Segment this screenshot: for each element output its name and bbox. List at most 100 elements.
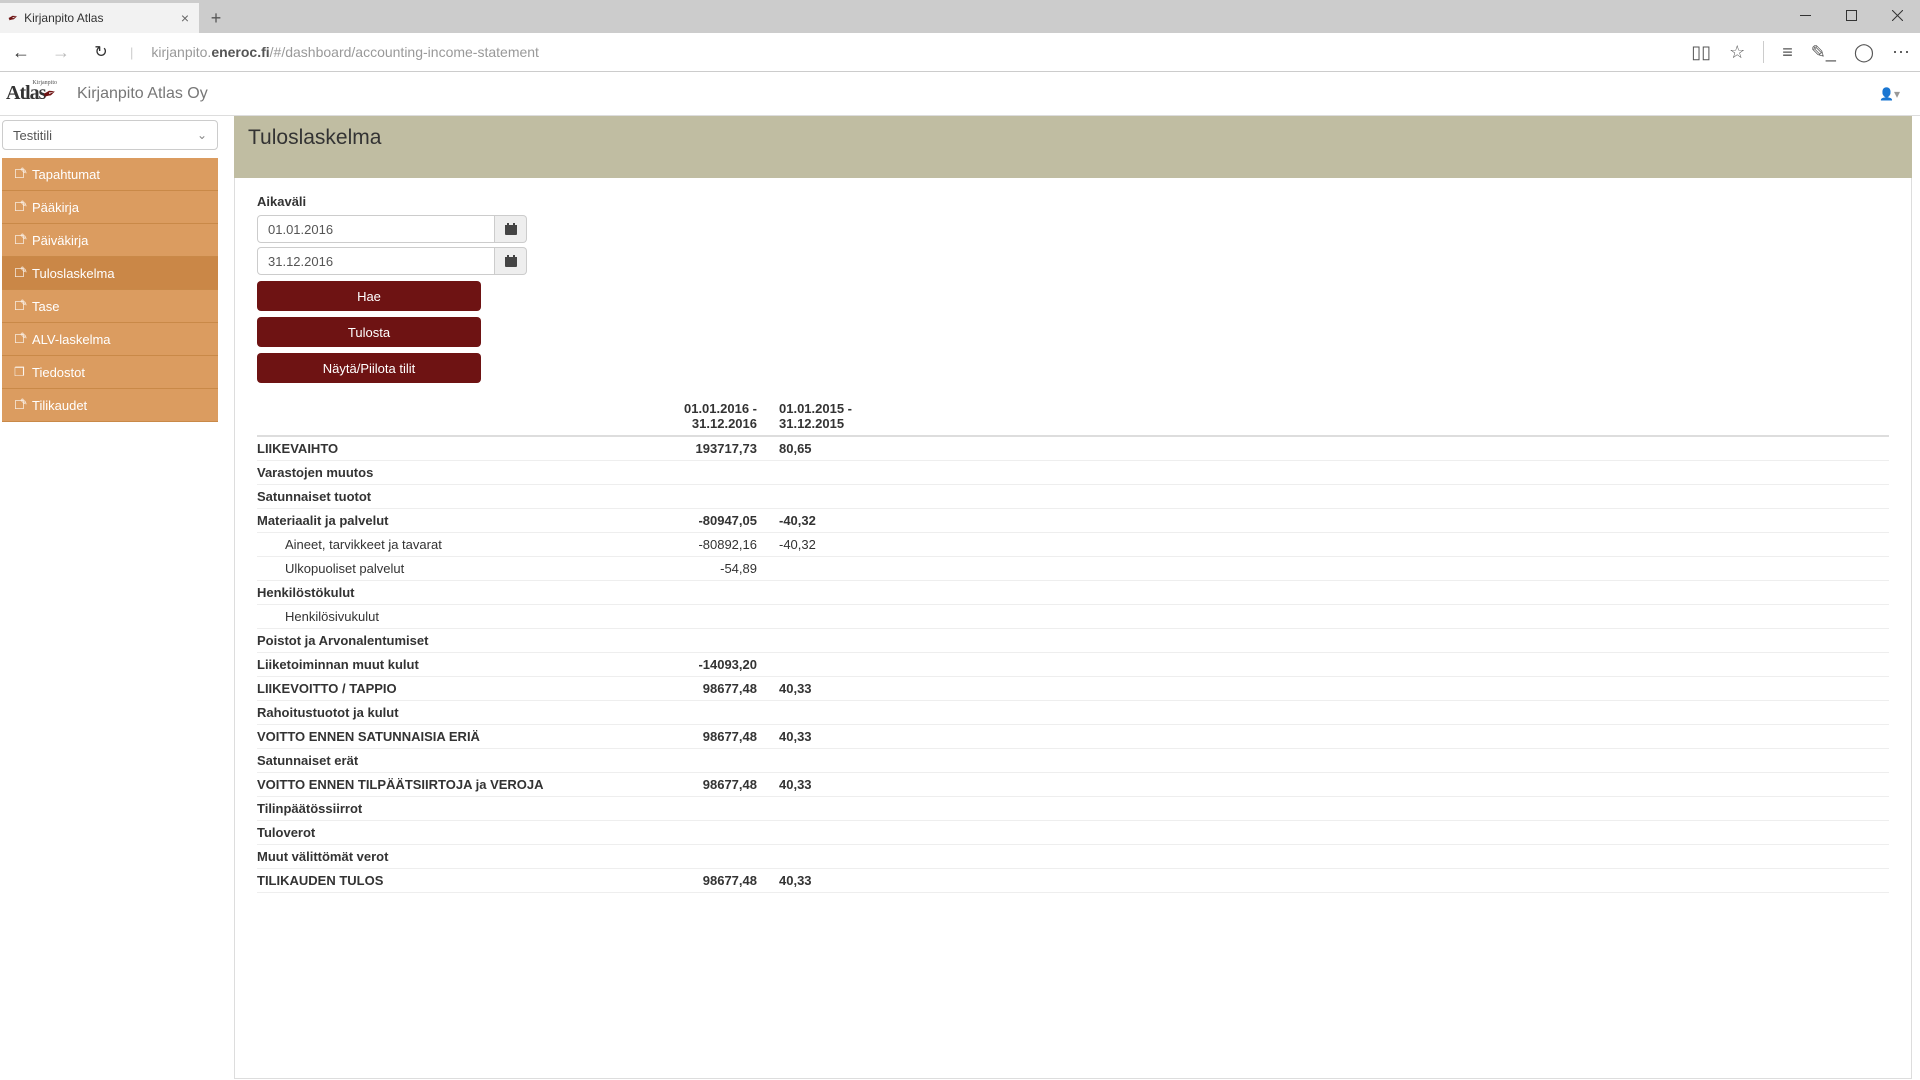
close-window-button[interactable] [1874, 0, 1920, 30]
sidebar-item-label: Päiväkirja [32, 233, 88, 248]
row-label: Tilinpäätössiirrot [257, 801, 635, 816]
row-value-1: 98677,48 [635, 681, 779, 696]
sidebar-item-tase[interactable]: ☐✎Tase [2, 290, 218, 323]
favorites-icon[interactable]: ☆ [1729, 42, 1745, 63]
minimize-button[interactable] [1782, 0, 1828, 30]
hub-icon[interactable]: ≡ [1782, 42, 1793, 63]
edit-icon: ☐✎ [14, 167, 26, 181]
notes-icon[interactable]: ✎_ [1811, 42, 1836, 63]
row-value-1: 193717,73 [635, 441, 779, 456]
row-label: Satunnaiset tuotot [257, 489, 635, 504]
tab-title: Kirjanpito Atlas [24, 11, 103, 25]
sidebar-item-tilikaudet[interactable]: ☐✎Tilikaudet [2, 389, 218, 422]
edit-icon: ☐✎ [14, 233, 26, 247]
content-area: Tuloslaskelma Aikaväli Hae Tulosta Näytä… [218, 116, 1920, 1080]
date-from-input[interactable] [257, 215, 495, 243]
reading-view-icon[interactable]: ▯▯ [1691, 42, 1711, 63]
sidebar-item-pääkirja[interactable]: ☐✎ Pääkirja [2, 191, 218, 224]
row-label: Varastojen muutos [257, 465, 635, 480]
sidebar-item-päiväkirja[interactable]: ☐✎ Päiväkirja [2, 224, 218, 257]
row-label: Liiketoiminnan muut kulut [257, 657, 635, 672]
browser-tab[interactable]: ✒ Kirjanpito Atlas × [0, 3, 200, 33]
edit-icon: ☐✎ [14, 200, 26, 214]
table-row: Ulkopuoliset palvelut-54,89 [257, 557, 1889, 581]
row-label: Poistot ja Arvonalentumiset [257, 633, 635, 648]
date-to-input[interactable] [257, 247, 495, 275]
new-tab-button[interactable]: + [200, 3, 232, 33]
search-button[interactable]: Hae [257, 281, 481, 311]
range-label: Aikaväli [257, 194, 1889, 209]
row-value-1: -80947,05 [635, 513, 779, 528]
row-label: Ulkopuoliset palvelut [257, 561, 635, 576]
table-row: Tilinpäätössiirrot [257, 797, 1889, 821]
row-value-2: -40,32 [779, 513, 919, 528]
more-icon[interactable]: ⋯ [1892, 42, 1910, 63]
row-label: VOITTO ENNEN TILPÄÄTSIIRTOJA ja VEROJA [257, 777, 635, 792]
table-row: Satunnaiset tuotot [257, 485, 1889, 509]
page-title: Tuloslaskelma [248, 126, 1898, 150]
row-label: Henkilösivukulut [257, 609, 635, 624]
row-value-2: 40,33 [779, 777, 919, 792]
table-header: 01.01.2016 - 31.12.2016 01.01.2015 - 31.… [257, 397, 1889, 437]
row-value-1: 98677,48 [635, 777, 779, 792]
refresh-button[interactable]: ↻ [90, 42, 112, 62]
app-header: Kirjanpito Atlas✒ Kirjanpito Atlas Oy 👤▾ [0, 72, 1920, 116]
row-label: Henkilöstökulut [257, 585, 635, 600]
row-label: Aineet, tarvikkeet ja tavarat [257, 537, 635, 552]
row-value-2: 40,33 [779, 873, 919, 888]
tab-bar: ✒ Kirjanpito Atlas × + [0, 0, 1920, 33]
browser-chrome: ✒ Kirjanpito Atlas × + ← → ↻ | kirjanpit… [0, 0, 1920, 72]
table-row: TILIKAUDEN TULOS98677,4840,33 [257, 869, 1889, 893]
sidebar-item-tapahtumat[interactable]: ☐✎Tapahtumat [2, 158, 218, 191]
forward-button[interactable]: → [50, 42, 72, 63]
calendar-from-button[interactable] [495, 215, 527, 243]
row-value-2: 40,33 [779, 681, 919, 696]
sidebar-item-label: Pääkirja [32, 200, 79, 215]
table-row: Liiketoiminnan muut kulut-14093,20 [257, 653, 1889, 677]
sidebar-item-label: Tase [32, 299, 59, 314]
table-row: Materiaalit ja palvelut-80947,05-40,32 [257, 509, 1889, 533]
logo[interactable]: Kirjanpito Atlas✒ [6, 82, 69, 105]
row-label: TILIKAUDEN TULOS [257, 873, 635, 888]
sidebar-item-label: Tiedostot [32, 365, 85, 380]
sidebar-item-tiedostot[interactable]: ❐ Tiedostot [2, 356, 218, 389]
row-label: LIIKEVOITTO / TAPPIO [257, 681, 635, 696]
chevron-down-icon: ⌄ [197, 128, 207, 142]
copy-icon: ❐ [14, 365, 26, 379]
table-row: Tuloverot [257, 821, 1889, 845]
table-row: LIIKEVOITTO / TAPPIO98677,4840,33 [257, 677, 1889, 701]
row-value-1: -14093,20 [635, 657, 779, 672]
row-label: VOITTO ENNEN SATUNNAISIA ERIÄ [257, 729, 635, 744]
table-row: Aineet, tarvikkeet ja tavarat-80892,16-4… [257, 533, 1889, 557]
toggle-accounts-button[interactable]: Näytä/Piilota tilit [257, 353, 481, 383]
sidebar-item-tuloslaskelma[interactable]: ☐✎Tuloslaskelma [2, 257, 218, 290]
calendar-icon [505, 255, 517, 267]
col-period-1: 01.01.2016 - 31.12.2016 [635, 401, 779, 431]
row-label: Tuloverot [257, 825, 635, 840]
maximize-button[interactable] [1828, 0, 1874, 30]
sidebar: Testitili ⌄ ☐✎Tapahtumat☐✎Pääkirja☐✎Päiv… [0, 116, 218, 1080]
col-period-2: 01.01.2015 - 31.12.2015 [779, 401, 919, 431]
row-value-1: -54,89 [635, 561, 779, 576]
back-button[interactable]: ← [10, 42, 32, 63]
print-button[interactable]: Tulosta [257, 317, 481, 347]
calendar-to-button[interactable] [495, 247, 527, 275]
row-label: LIIKEVAIHTO [257, 441, 635, 456]
row-value-2: 80,65 [779, 441, 919, 456]
sidebar-item-alv-laskelma[interactable]: ☐✎ALV-laskelma [2, 323, 218, 356]
row-value-2: -40,32 [779, 537, 919, 552]
row-label: Satunnaiset erät [257, 753, 635, 768]
row-value-2: 40,33 [779, 729, 919, 744]
close-tab-icon[interactable]: × [181, 10, 189, 26]
page-title-bar: Tuloslaskelma [234, 116, 1912, 178]
account-select[interactable]: Testitili ⌄ [2, 120, 218, 150]
address-bar[interactable]: kirjanpito.eneroc.fi/#/dashboard/account… [151, 44, 1673, 60]
table-row: Poistot ja Arvonalentumiset [257, 629, 1889, 653]
table-row: Henkilösivukulut [257, 605, 1889, 629]
row-value-1: 98677,48 [635, 873, 779, 888]
table-row: Muut välittömät verot [257, 845, 1889, 869]
income-statement-table: 01.01.2016 - 31.12.2016 01.01.2015 - 31.… [257, 397, 1889, 893]
share-icon[interactable]: ◯ [1854, 42, 1874, 63]
row-label: Rahoitustuotot ja kulut [257, 705, 635, 720]
user-menu[interactable]: 👤▾ [1879, 87, 1900, 101]
